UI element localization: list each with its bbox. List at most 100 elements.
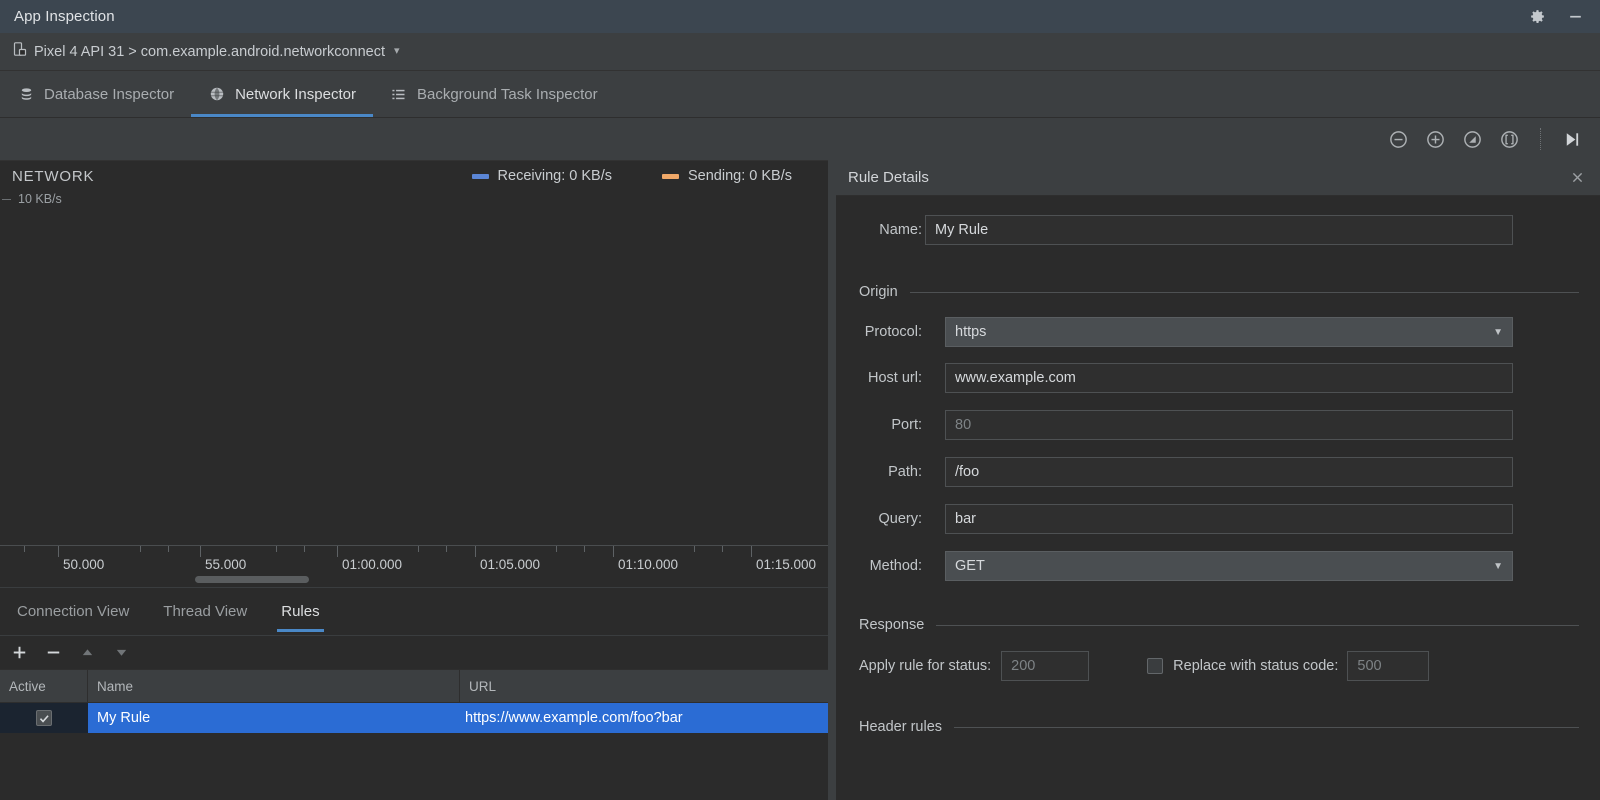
host-url-field[interactable]: www.example.com	[945, 363, 1513, 393]
graph-toolbar-actions	[1386, 127, 1584, 151]
name-field[interactable]: My Rule	[925, 215, 1513, 245]
apply-rule-for-status-field[interactable]: 200	[1001, 651, 1090, 681]
rule-details-pane: Rule Details Name: My Rule Origin Protoc…	[836, 160, 1600, 800]
tab-thread-view-label: Thread View	[163, 603, 248, 620]
axis-tick-major	[58, 546, 59, 557]
device-process-selector[interactable]: Pixel 4 API 31 > com.example.android.net…	[12, 41, 400, 62]
rule-active-cell[interactable]	[0, 703, 88, 733]
axis-tick-minor	[556, 546, 557, 552]
header-rules-section-header: Header rules	[859, 719, 1579, 735]
add-rule-icon[interactable]	[6, 641, 32, 665]
field-row-response-status: Apply rule for status: 200 Replace with …	[836, 651, 1600, 681]
tab-connection-view[interactable]: Connection View	[0, 588, 146, 635]
host-url-label: Host url:	[868, 370, 922, 386]
column-header-name[interactable]: Name	[88, 670, 460, 702]
chevron-down-icon: ▼	[1493, 560, 1503, 572]
legend-item-sending: Sending: 0 KB/s	[662, 168, 792, 184]
rule-url-cell[interactable]: https://www.example.com/foo?bar	[460, 703, 828, 733]
gear-icon[interactable]	[1528, 8, 1546, 26]
window-title-bar: App Inspection	[0, 0, 1600, 33]
field-row-name: Name: My Rule	[836, 215, 1600, 245]
rule-details-form: Name: My Rule Origin Protocol: https ▼ H…	[836, 215, 1600, 735]
pane-splitter[interactable]	[828, 160, 836, 800]
timeline-scrollbar-thumb[interactable]	[195, 576, 309, 583]
axis-tick-minor	[722, 546, 723, 552]
network-chart-header: NETWORK 10 KB/s Receiving: 0 KB/s Sendin…	[0, 161, 828, 207]
path-label: Path:	[888, 464, 922, 480]
method-label: Method:	[869, 558, 922, 574]
field-row-port: Port: 80	[836, 410, 1600, 440]
header-rules-section-title: Header rules	[859, 719, 943, 735]
section-divider	[936, 624, 1579, 626]
zoom-to-selection-icon[interactable]	[1497, 127, 1521, 151]
legend-swatch-sending	[662, 173, 679, 179]
tab-database-inspector[interactable]: Database Inspector	[0, 71, 191, 117]
reset-zoom-icon[interactable]	[1460, 127, 1484, 151]
move-down-icon[interactable]	[108, 641, 134, 665]
field-row-method: Method: GET ▼	[836, 551, 1600, 581]
field-row-path: Path: /foo	[836, 457, 1600, 487]
axis-tick-minor	[140, 546, 141, 552]
section-divider	[954, 726, 1579, 728]
network-chart-plot-area[interactable]	[0, 207, 828, 545]
timeline-scrollbar[interactable]	[0, 574, 828, 587]
window-title: App Inspection	[14, 8, 115, 25]
port-field[interactable]: 80	[945, 410, 1513, 440]
axis-tick-label: 01:10.000	[618, 557, 679, 572]
rule-active-checkbox[interactable]	[36, 710, 52, 726]
device-process-label: Pixel 4 API 31 > com.example.android.net…	[34, 43, 386, 60]
minimize-icon[interactable]	[1566, 8, 1584, 26]
axis-tick-minor	[24, 546, 25, 552]
axis-tick-label: 01:15.000	[756, 557, 817, 572]
axis-tick-minor	[304, 546, 305, 552]
rule-name-cell[interactable]: My Rule	[88, 703, 460, 733]
axis-tick-major	[200, 546, 201, 557]
tab-rules-label: Rules	[281, 603, 320, 620]
table-row[interactable]: My Rule https://www.example.com/foo?bar	[0, 703, 828, 733]
tab-background-task-inspector[interactable]: Background Task Inspector	[373, 71, 615, 117]
axis-tick-minor	[446, 546, 447, 552]
rules-table-header: Active Name URL	[0, 669, 828, 703]
replace-status-field[interactable]: 500	[1347, 651, 1430, 681]
tab-rules[interactable]: Rules	[264, 588, 336, 635]
axis-tick-minor	[694, 546, 695, 552]
jump-to-end-icon[interactable]	[1560, 127, 1584, 151]
origin-section-title: Origin	[859, 284, 898, 300]
database-icon	[17, 85, 35, 103]
axis-tick-label: 01:00.000	[342, 557, 403, 572]
axis-tick-minor	[418, 546, 419, 552]
tab-thread-view[interactable]: Thread View	[146, 588, 264, 635]
toolbar-separator	[1540, 128, 1541, 150]
tab-network-inspector[interactable]: Network Inspector	[191, 71, 373, 117]
method-dropdown[interactable]: GET ▼	[945, 551, 1513, 581]
axis-tick-major	[613, 546, 614, 557]
rule-details-header: Rule Details	[836, 160, 1600, 196]
response-section-header: Response	[859, 617, 1579, 633]
axis-tick-label: 55.000	[205, 557, 247, 572]
list-icon	[390, 85, 408, 103]
graph-toolbar	[0, 118, 1600, 160]
move-up-icon[interactable]	[74, 641, 100, 665]
network-left-pane: NETWORK 10 KB/s Receiving: 0 KB/s Sendin…	[0, 160, 828, 800]
close-icon[interactable]	[1568, 169, 1586, 187]
protocol-value: https	[955, 324, 987, 340]
zoom-in-icon[interactable]	[1423, 127, 1447, 151]
replace-status-checkbox[interactable]	[1147, 658, 1164, 674]
path-field[interactable]: /foo	[945, 457, 1513, 487]
legend-label-sending: Sending: 0 KB/s	[688, 168, 792, 184]
tab-connection-view-label: Connection View	[17, 603, 130, 620]
query-field[interactable]: bar	[945, 504, 1513, 534]
tab-background-task-inspector-label: Background Task Inspector	[416, 85, 598, 103]
column-header-url[interactable]: URL	[460, 670, 828, 702]
inspector-tab-bar: Database Inspector Network Inspector Bac…	[0, 71, 1600, 118]
legend-item-receiving: Receiving: 0 KB/s	[471, 168, 612, 184]
protocol-dropdown[interactable]: https ▼	[945, 317, 1513, 347]
rules-toolbar	[0, 635, 828, 669]
window-title-bar-actions	[1528, 8, 1584, 26]
axis-tick-major	[751, 546, 752, 557]
column-header-active[interactable]: Active	[0, 670, 88, 702]
remove-rule-icon[interactable]	[40, 641, 66, 665]
zoom-out-icon[interactable]	[1386, 127, 1410, 151]
section-divider	[909, 291, 1579, 293]
query-label: Query:	[878, 511, 922, 527]
